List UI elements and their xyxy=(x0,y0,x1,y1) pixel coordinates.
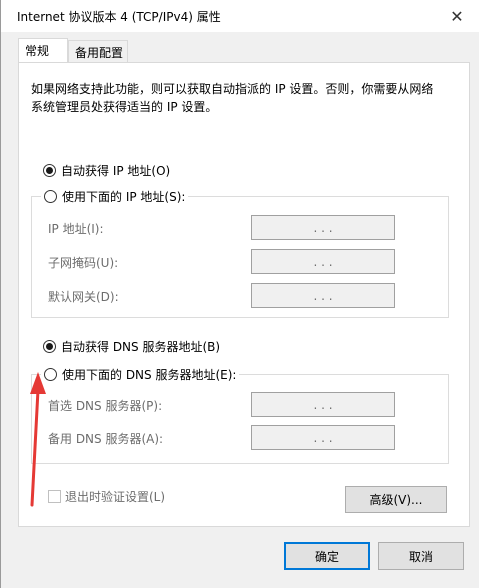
ip-address-dots: . . . xyxy=(313,220,333,235)
window-title: Internet 协议版本 4 (TCP/IPv4) 属性 xyxy=(17,10,221,24)
preferred-dns-label: 首选 DNS 服务器(P): xyxy=(48,399,163,413)
subnet-mask-dots: . . . xyxy=(313,254,333,269)
tab-alternate-config-label: 备用配置 xyxy=(75,46,124,60)
default-gateway-dots: . . . xyxy=(313,288,333,303)
ip-address-label: IP 地址(I): xyxy=(48,222,104,236)
alternate-dns-label: 备用 DNS 服务器(A): xyxy=(48,432,164,446)
dns-groupbox xyxy=(31,374,449,464)
title-bar: Internet 协议版本 4 (TCP/IPv4) 属性 ✕ xyxy=(1,0,479,32)
cancel-button[interactable]: 取消 xyxy=(378,542,464,570)
auto-dns-label: 自动获得 DNS 服务器地址(B) xyxy=(61,340,221,354)
advanced-button[interactable]: 高级(V)... xyxy=(345,486,447,513)
manual-dns-radio[interactable]: 使用下面的 DNS 服务器地址(E): xyxy=(41,366,240,383)
radio-selected-icon xyxy=(43,340,56,353)
alternate-dns-input[interactable]: . . . xyxy=(251,425,395,450)
validate-on-exit-label: 退出时验证设置(L) xyxy=(65,490,166,504)
preferred-dns-dots: . . . xyxy=(313,397,333,412)
alternate-dns-dots: . . . xyxy=(313,430,333,445)
ok-button[interactable]: 确定 xyxy=(284,542,370,570)
auto-ip-radio[interactable]: 自动获得 IP 地址(O) xyxy=(43,162,170,179)
tab-general-label: 常规 xyxy=(25,44,50,58)
red-arrow-annotation xyxy=(30,372,46,507)
auto-dns-radio[interactable]: 自动获得 DNS 服务器地址(B) xyxy=(43,338,220,355)
radio-unselected-icon xyxy=(44,190,57,203)
tab-alternate-config[interactable]: 备用配置 xyxy=(68,40,128,62)
close-button[interactable]: ✕ xyxy=(434,0,479,32)
tab-general[interactable]: 常规 xyxy=(18,38,68,62)
description-text: 如果网络支持此功能，则可以获取自动指派的 IP 设置。否则，你需要从网络系统管理… xyxy=(31,82,434,114)
manual-ip-radio[interactable]: 使用下面的 IP 地址(S): xyxy=(41,188,189,205)
close-icon: ✕ xyxy=(450,6,464,26)
ipv4-properties-dialog: Internet 协议版本 4 (TCP/IPv4) 属性 ✕ 常规 备用配置 … xyxy=(0,0,479,588)
preferred-dns-input[interactable]: . . . xyxy=(251,392,395,417)
manual-ip-label: 使用下面的 IP 地址(S): xyxy=(62,190,186,204)
validate-on-exit-checkbox[interactable]: 退出时验证设置(L) xyxy=(48,488,165,505)
radio-selected-icon xyxy=(43,164,56,177)
subnet-mask-label: 子网掩码(U): xyxy=(48,256,119,270)
auto-ip-label: 自动获得 IP 地址(O) xyxy=(61,164,171,178)
subnet-mask-input[interactable]: . . . xyxy=(251,249,395,274)
cancel-button-label: 取消 xyxy=(408,549,433,564)
default-gateway-input[interactable]: . . . xyxy=(251,283,395,308)
default-gateway-label: 默认网关(D): xyxy=(48,290,119,304)
manual-dns-label: 使用下面的 DNS 服务器地址(E): xyxy=(62,368,237,382)
ok-button-label: 确定 xyxy=(314,549,339,564)
advanced-button-label: 高级(V)... xyxy=(369,493,423,507)
ip-address-input[interactable]: . . . xyxy=(251,215,395,240)
